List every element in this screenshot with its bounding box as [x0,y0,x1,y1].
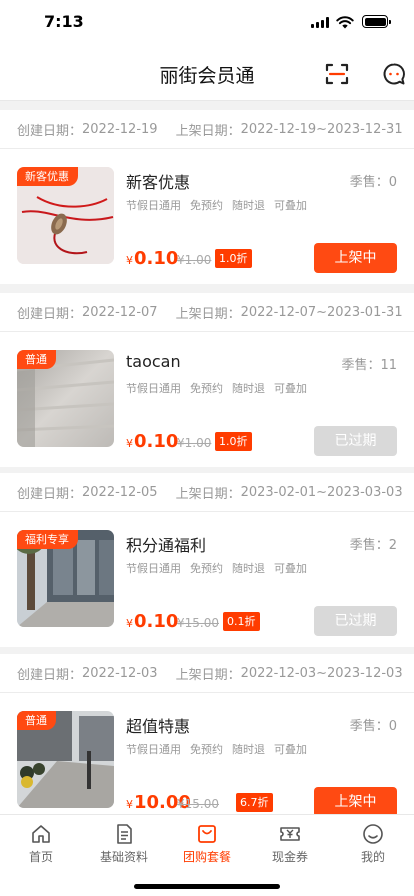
tab-group-packages[interactable]: 团购套餐 [166,815,248,871]
listing-status-button[interactable]: 上架中 [314,787,397,814]
season-sales: 季售：0 [349,719,397,734]
original-price: ¥1.00 [177,253,212,267]
chat-icon[interactable] [382,62,406,86]
tab-label: 现金券 [271,850,308,864]
created-label: 创建日期： [17,123,83,139]
listed-range: 2023-02-01~2023-03-03 [240,484,403,500]
discount-badge: 0.1折 [223,612,260,631]
promo-tag: 新客优惠 [17,167,78,186]
listed-range: 2022-12-03~2023-12-03 [240,665,403,681]
package-name: taocan [126,352,181,371]
tab-label: 首页 [28,850,53,864]
tab-mine[interactable]: 我的 [332,815,414,871]
status-time: 7:13 [44,12,84,31]
battery-icon [362,15,391,28]
tab-home[interactable]: 首页 [0,815,82,871]
wifi-icon [336,16,354,29]
package-card[interactable]: 创建日期： 2022-12-07 上架日期： 2022-12-07~2023-0… [0,293,414,467]
package-card[interactable]: 创建日期： 2022-12-19 上架日期： 2022-12-19~2023-1… [0,110,414,284]
package-list: 创建日期： 2022-12-19 上架日期： 2022-12-19~2023-1… [0,101,414,814]
profile-icon [363,824,383,844]
discount-badge: 6.7折 [236,793,273,812]
created-date: 2022-12-07 [82,304,158,320]
card-dates: 创建日期： 2022-12-07 上架日期： 2022-12-07~2023-0… [0,293,414,332]
listed-label: 上架日期： [175,486,241,502]
tab-label: 团购套餐 [182,850,231,864]
listing-status-button[interactable]: 已过期 [314,606,397,636]
tab-label: 基础资料 [99,850,148,864]
sale-price: ¥0.10 [126,248,179,269]
created-date: 2022-12-03 [82,665,158,681]
listing-status-button[interactable]: 上架中 [314,243,397,273]
listed-label: 上架日期： [175,123,241,139]
created-date: 2022-12-19 [82,121,158,137]
promo-tag: 普通 [17,711,56,730]
original-price: ¥1.00 [177,436,212,450]
package-image: 福利专享 [17,530,114,627]
created-label: 创建日期： [17,486,83,502]
listed-range: 2022-12-07~2023-01-31 [240,304,403,320]
promo-tag: 福利专享 [17,530,78,549]
package-image: 新客优惠 [17,167,114,264]
season-sales: 季售：2 [349,538,397,553]
feature-tags: 节假日通用 免预约 随时退 可叠加 [126,382,307,395]
home-icon [32,825,50,843]
package-image: 普通 [17,350,114,447]
created-date: 2022-12-05 [82,484,158,500]
original-price: ¥15.00 [177,616,219,630]
discount-badge: 1.0折 [215,432,252,451]
package-card[interactable]: 创建日期： 2022-12-05 上架日期： 2023-02-01~2023-0… [0,473,414,647]
listing-status-button[interactable]: 已过期 [314,426,397,456]
sale-price: ¥0.10 [126,611,179,632]
feature-tags: 节假日通用 免预约 随时退 可叠加 [126,199,307,212]
document-icon [117,824,132,844]
feature-tags: 节假日通用 免预约 随时退 可叠加 [126,562,307,575]
listed-label: 上架日期： [175,667,241,683]
card-dates: 创建日期： 2022-12-05 上架日期： 2023-02-01~2023-0… [0,473,414,512]
card-dates: 创建日期： 2022-12-19 上架日期： 2022-12-19~2023-1… [0,110,414,149]
original-price: ¥15.00 [177,797,219,811]
package-image: 普通 [17,711,114,808]
created-label: 创建日期： [17,306,83,322]
sale-price: ¥0.10 [126,431,179,452]
package-name: 新客优惠 [126,173,191,192]
listed-label: 上架日期： [175,306,241,322]
season-sales: 季售：0 [349,175,397,190]
tab-cash-coupons[interactable]: 现金券 [249,815,331,871]
listed-range: 2022-12-19~2023-12-31 [240,121,403,137]
season-sales: 季售：11 [341,358,397,373]
tab-label: 我的 [360,850,385,864]
signal-icon [311,17,329,28]
page-title: 丽街会员通 [159,65,255,87]
created-label: 创建日期： [17,667,83,683]
status-bar: 7:13 [0,0,414,44]
feature-tags: 节假日通用 免预约 随时退 可叠加 [126,743,307,756]
nav-bar: 丽街会员通 [0,44,414,101]
tab-basic-info[interactable]: 基础资料 [83,815,165,871]
package-name: 超值特惠 [126,717,191,736]
coupon-icon [280,827,300,841]
package-name: 积分通福利 [126,536,207,555]
home-indicator [134,884,280,889]
scan-icon[interactable] [325,62,349,86]
promo-tag: 普通 [17,350,56,369]
shopping-bag-icon [198,825,216,843]
card-dates: 创建日期： 2022-12-03 上架日期： 2022-12-03~2023-1… [0,654,414,693]
package-card[interactable]: 创建日期： 2022-12-03 上架日期： 2022-12-03~2023-1… [0,654,414,814]
discount-badge: 1.0折 [215,249,252,268]
